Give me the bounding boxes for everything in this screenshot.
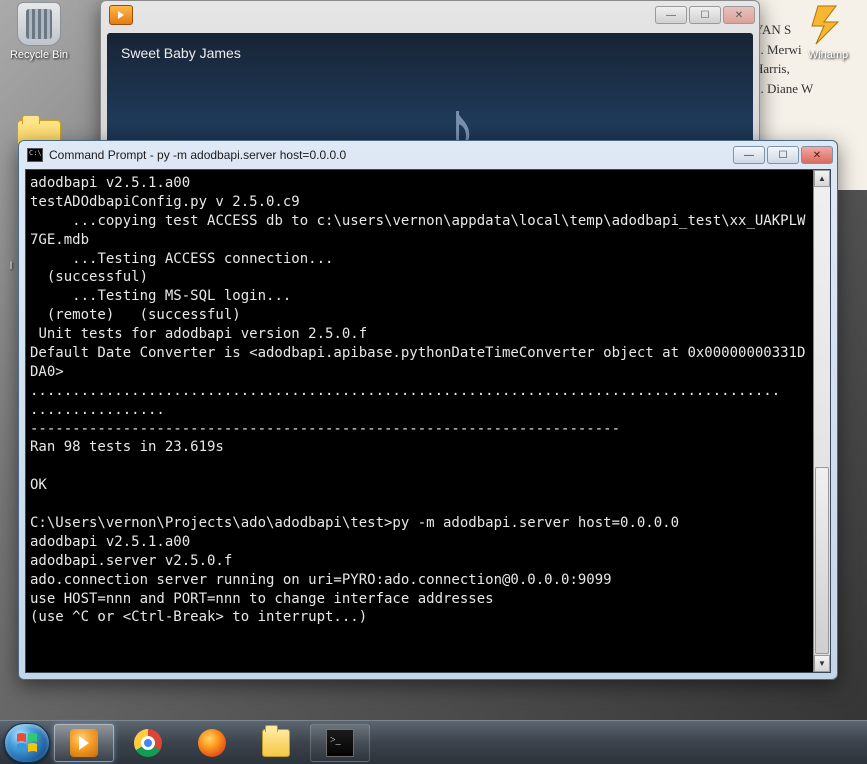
media-player-icon (70, 729, 98, 757)
file-explorer-icon (262, 729, 290, 757)
window-command-prompt[interactable]: Command Prompt - py -m adodbapi.server h… (18, 140, 838, 680)
wmp-minimize-button[interactable]: — (655, 6, 687, 24)
taskbar[interactable] (0, 720, 867, 764)
wmp-maximize-button[interactable]: ☐ (689, 6, 721, 24)
taskbar-item-explorer[interactable] (246, 724, 306, 762)
taskbar-item-cmd[interactable] (310, 724, 370, 762)
wmp-track-title: Sweet Baby James (121, 45, 241, 61)
cmd-minimize-button[interactable]: — (733, 146, 765, 164)
recycle-bin-icon (17, 2, 61, 46)
taskbar-item-chrome[interactable] (118, 724, 178, 762)
wmp-titlebar[interactable]: — ☐ ✕ (101, 1, 759, 29)
cmd-output[interactable]: adodbapi v2.5.1.a00 testADOdbapiConfig.p… (26, 170, 813, 672)
scroll-thumb[interactable] (815, 467, 829, 654)
recycle-bin-label: Recycle Bin (4, 49, 74, 61)
desktop-icon-recycle-bin[interactable]: Recycle Bin (4, 2, 74, 61)
scroll-down-button[interactable]: ▼ (814, 655, 830, 672)
cmd-title: Command Prompt - py -m adodbapi.server h… (49, 148, 731, 162)
windows-logo-icon (14, 730, 40, 756)
winamp-label: Winamp (793, 49, 863, 61)
cmd-titlebar[interactable]: Command Prompt - py -m adodbapi.server h… (19, 141, 837, 169)
cmd-icon (326, 729, 354, 757)
desktop-icon-winamp[interactable]: Winamp (793, 2, 863, 61)
cmd-scrollbar[interactable]: ▲ ▼ (813, 170, 830, 672)
cmd-close-button[interactable]: ✕ (801, 146, 833, 164)
chrome-icon (134, 729, 162, 757)
firefox-icon (198, 729, 226, 757)
taskbar-item-firefox[interactable] (182, 724, 242, 762)
scroll-track[interactable] (814, 187, 830, 655)
cmd-window-icon (27, 147, 43, 163)
start-button[interactable] (4, 723, 50, 763)
cmd-maximize-button[interactable]: ☐ (767, 146, 799, 164)
wmp-close-button[interactable]: ✕ (723, 6, 755, 24)
winamp-icon (806, 2, 850, 46)
cmd-client-area: adodbapi v2.5.1.a00 testADOdbapiConfig.p… (25, 169, 831, 673)
scroll-up-button[interactable]: ▲ (814, 170, 830, 187)
taskbar-item-media-player[interactable] (54, 724, 114, 762)
wmp-play-indicator-icon[interactable] (109, 5, 133, 25)
